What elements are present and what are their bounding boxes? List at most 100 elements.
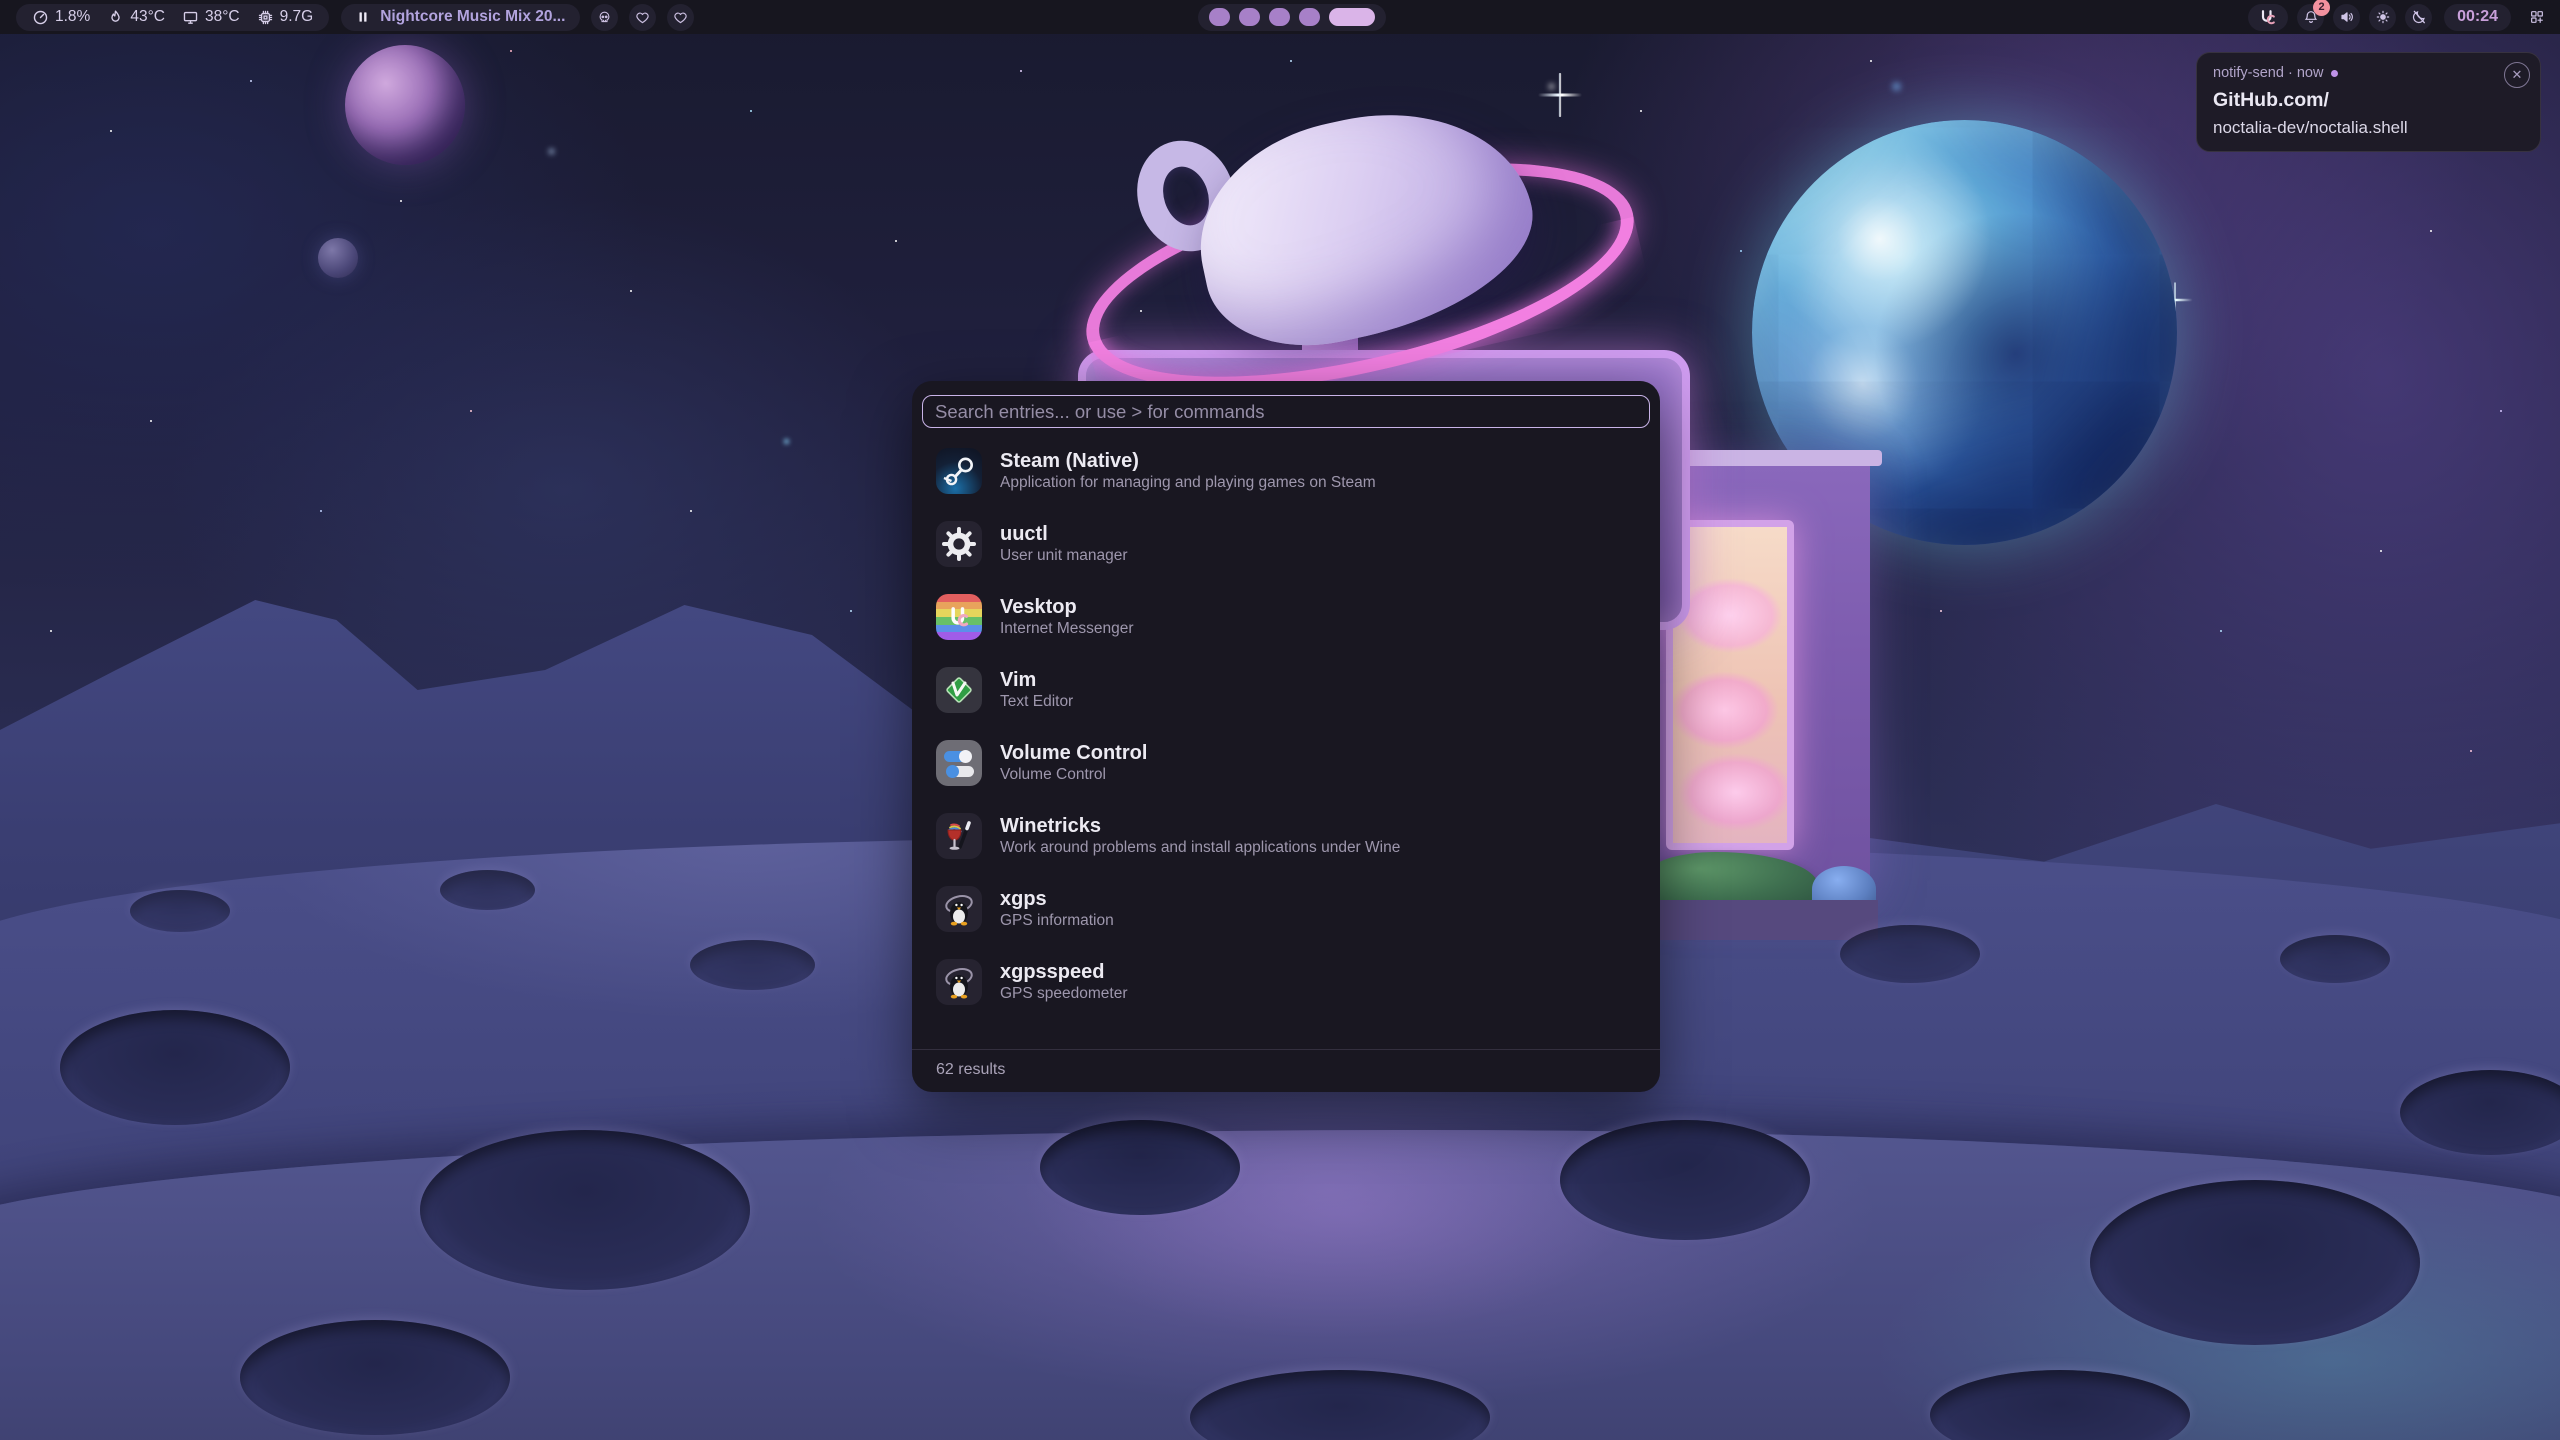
slider-graphic: [944, 751, 970, 762]
result-description: Application for managing and playing gam…: [1000, 475, 1376, 491]
notification-header: notify-send · now: [2213, 65, 2524, 81]
workspace-dot-4[interactable]: [1299, 8, 1320, 26]
speaker-icon: [2339, 9, 2355, 25]
night-light-button[interactable]: [2405, 4, 2432, 31]
chip-icon: [257, 9, 274, 26]
result-text: Vesktop Internet Messenger: [1000, 597, 1134, 637]
search-input[interactable]: [922, 395, 1650, 428]
volume-control-icon: [936, 740, 982, 786]
small-planet: [318, 238, 358, 278]
result-row-steam[interactable]: Steam (Native) Application for managing …: [922, 438, 1650, 504]
result-name: Volume Control: [1000, 743, 1147, 764]
workspace-dot-1[interactable]: [1209, 8, 1230, 26]
brightness-button[interactable]: [2369, 4, 2396, 31]
desktop: 1.8% 43°C 38°C 9.7G: [0, 0, 2560, 1440]
workspace-indicator[interactable]: [1198, 4, 1386, 31]
gpu-temp-stat: 38°C: [182, 8, 240, 26]
flame-icon: [107, 9, 124, 26]
crater: [60, 1010, 290, 1125]
tux-gps-icon: [936, 886, 982, 932]
unread-dot: [2331, 70, 2338, 77]
cpu-usage-stat: 1.8%: [32, 8, 90, 26]
crater: [130, 890, 230, 932]
skull-icon: [597, 10, 612, 25]
crater: [2280, 935, 2390, 983]
media-title: Nightcore Music Mix 20...: [380, 8, 565, 26]
result-text: xgps GPS information: [1000, 889, 1114, 929]
gear-icon: [936, 521, 982, 567]
result-text: Vim Text Editor: [1000, 670, 1073, 710]
result-name: xgps: [1000, 889, 1114, 910]
media-player-widget[interactable]: Nightcore Music Mix 20...: [341, 4, 580, 31]
system-stats-pill[interactable]: 1.8% 43°C 38°C 9.7G: [16, 4, 329, 31]
slider-graphic: [948, 766, 974, 777]
result-text: uuctl User unit manager: [1000, 524, 1128, 564]
results-count: 62 results: [912, 1049, 1660, 1092]
clock[interactable]: 00:24: [2444, 4, 2511, 31]
result-description: Volume Control: [1000, 767, 1147, 783]
workspace-dot-3[interactable]: [1269, 8, 1290, 26]
notification-close-button[interactable]: ✕: [2504, 62, 2530, 88]
vesktop-tray-icon: [2258, 7, 2278, 27]
heart-button-2[interactable]: [667, 4, 694, 31]
sparkle-star: [1538, 73, 1582, 117]
sun-icon: [2375, 9, 2391, 25]
notifications-button[interactable]: 2: [2297, 4, 2324, 31]
result-row-vesktop[interactable]: Vesktop Internet Messenger: [922, 584, 1650, 650]
grid-plus-icon: [2529, 9, 2545, 25]
result-description: User unit manager: [1000, 548, 1128, 564]
memory-stat: 9.7G: [257, 8, 314, 26]
volume-button[interactable]: [2333, 4, 2360, 31]
result-name: uuctl: [1000, 524, 1128, 545]
app-launcher-panel: Steam (Native) Application for managing …: [912, 381, 1660, 1092]
result-row-xgps[interactable]: xgps GPS information: [922, 876, 1650, 942]
notification-badge: 2: [2313, 0, 2330, 16]
crater: [420, 1130, 750, 1290]
bar-right-cluster: 2 00:24: [2248, 4, 2550, 31]
crater: [1840, 925, 1980, 983]
gpu-temp-value: 38°C: [205, 8, 240, 26]
system-tray[interactable]: [2248, 4, 2288, 31]
result-description: Work around problems and install applica…: [1000, 840, 1400, 856]
heart-button[interactable]: [629, 4, 656, 31]
cpu-temp-stat: 43°C: [107, 8, 165, 26]
result-row-vim[interactable]: Vim Text Editor: [922, 657, 1650, 723]
cpu-temp-value: 43°C: [130, 8, 165, 26]
vesktop-icon: [936, 594, 982, 640]
top-bar: 1.8% 43°C 38°C 9.7G: [0, 0, 2560, 34]
result-name: Steam (Native): [1000, 451, 1376, 472]
result-text: Volume Control Volume Control: [1000, 743, 1147, 783]
purple-planet: [345, 45, 465, 165]
close-icon: ✕: [2512, 67, 2523, 83]
skull-button[interactable]: [591, 4, 618, 31]
result-row-xgpsspeed[interactable]: xgpsspeed GPS speedometer: [922, 949, 1650, 1015]
moon-off-icon: [2411, 9, 2427, 25]
result-name: Vesktop: [1000, 597, 1134, 618]
workspace-dot-2[interactable]: [1239, 8, 1260, 26]
result-row-winetricks[interactable]: Winetricks Work around problems and inst…: [922, 803, 1650, 869]
heart-icon: [673, 10, 688, 25]
crater: [1040, 1120, 1240, 1215]
workspace-active-5[interactable]: [1329, 8, 1375, 26]
crater: [240, 1320, 510, 1435]
app-launcher-button[interactable]: [2523, 4, 2550, 31]
vim-icon: [936, 667, 982, 713]
heart-icon: [635, 10, 650, 25]
pause-icon: [356, 10, 370, 24]
result-description: Internet Messenger: [1000, 621, 1134, 637]
result-row-uuctl[interactable]: uuctl User unit manager: [922, 511, 1650, 577]
tux-gps-icon: [936, 959, 982, 1005]
cpu-usage-value: 1.8%: [55, 8, 90, 26]
result-row-volume-control[interactable]: Volume Control Volume Control: [922, 730, 1650, 796]
result-description: Text Editor: [1000, 694, 1073, 710]
crater: [1560, 1120, 1810, 1240]
notification-body: noctalia-dev/noctalia.shell: [2213, 118, 2524, 138]
steam-icon: [936, 448, 982, 494]
crater: [690, 940, 815, 990]
result-name: xgpsspeed: [1000, 962, 1128, 983]
saturn-coffee-cup: [1080, 118, 1640, 388]
gauge-icon: [32, 9, 49, 26]
notification-popup[interactable]: notify-send · now ✕ GitHub.com/ noctalia…: [2196, 52, 2541, 152]
result-name: Vim: [1000, 670, 1073, 691]
crater: [440, 870, 535, 910]
